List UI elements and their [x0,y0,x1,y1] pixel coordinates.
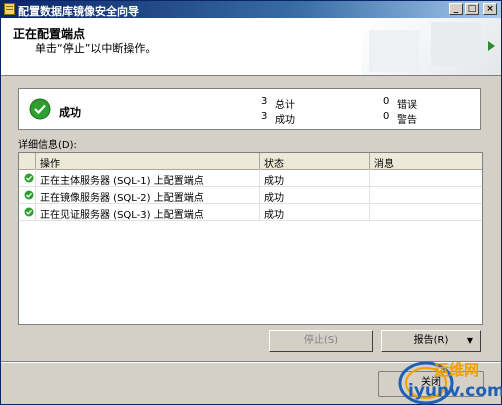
wizard-header: 正在配置端点 单击“停止”以中断操作。 [1,18,501,76]
total-label: 总计 [275,100,295,111]
error-label: 错误 [397,100,417,111]
col-header-action[interactable]: 操作 [40,155,60,170]
error-count: 0 [383,96,390,107]
database-icon [4,3,15,15]
row-action: 正在镜像服务器 (SQL-2) 上配置端点 [40,193,204,204]
title-bar[interactable]: 配置数据库镜像安全向导 _ □ × [1,1,501,18]
wizard-window: 配置数据库镜像安全向导 _ □ × 正在配置端点 单击“停止”以中断操作。 成功… [0,0,502,405]
total-count: 3 [261,96,268,107]
success-check-icon [24,190,34,200]
warning-count: 0 [383,111,390,122]
play-arrow-icon [488,41,495,51]
table-row[interactable]: 正在主体服务器 (SQL-1) 上配置端点 成功 [19,170,482,187]
success-count: 3 [261,111,268,122]
details-table[interactable]: 操作 状态 消息 正在主体服务器 (SQL-1) 上配置端点 成功 正在镜像服务… [18,152,483,325]
close-window-button[interactable]: × [483,3,497,15]
window-title: 配置数据库镜像安全向导 [18,5,139,18]
row-status: 成功 [264,193,284,204]
minimize-button[interactable]: _ [449,3,463,15]
table-header: 操作 状态 消息 [19,153,482,170]
row-action: 正在见证服务器 (SQL-3) 上配置端点 [40,210,204,221]
row-action: 正在主体服务器 (SQL-1) 上配置端点 [40,176,204,187]
report-button[interactable]: 报告(R) ▼ [381,330,481,352]
details-label: 详细信息(D): [18,140,77,151]
success-check-icon [29,98,51,120]
row-status: 成功 [264,210,284,221]
summary-status: 成功 [59,106,81,119]
page-subtitle: 单击“停止”以中断操作。 [35,42,157,55]
col-header-message[interactable]: 消息 [374,155,394,170]
warning-label: 警告 [397,115,417,126]
stop-button[interactable]: 停止(S) [269,330,373,352]
success-check-icon [24,207,34,217]
header-decoration [361,18,501,75]
row-status: 成功 [264,176,284,187]
table-row[interactable]: 正在见证服务器 (SQL-3) 上配置端点 成功 [19,204,482,221]
col-header-status[interactable]: 状态 [264,155,284,170]
success-label: 成功 [275,115,295,126]
summary-panel: 成功 3 总计 3 成功 0 错误 0 警告 [18,88,481,130]
success-check-icon [24,173,34,183]
maximize-button[interactable]: □ [465,3,479,15]
close-button[interactable]: 关闭 [378,371,484,397]
report-button-label: 报告(R) [413,335,449,346]
chevron-down-icon: ▼ [466,336,473,345]
table-row[interactable]: 正在镜像服务器 (SQL-2) 上配置端点 成功 [19,187,482,204]
